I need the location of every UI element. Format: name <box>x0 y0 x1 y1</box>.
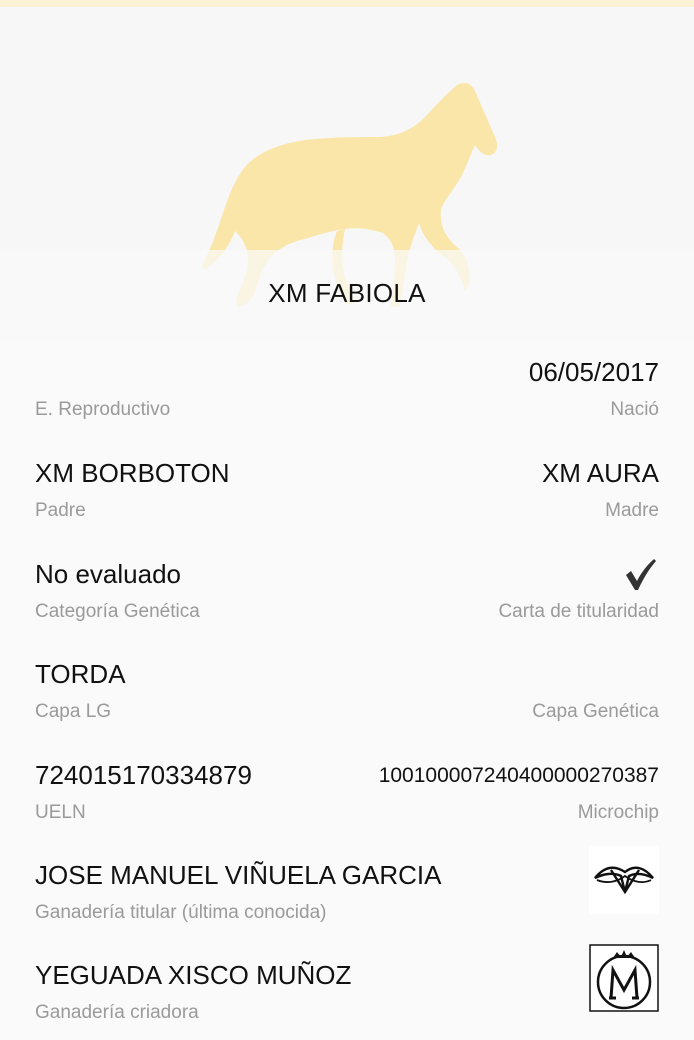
genetic-category-label: Categoría Genética <box>35 601 200 622</box>
row-ganaderia-criadora: YEGUADA XISCO MUÑOZ Ganadería criadora <box>35 944 659 1040</box>
horse-name: XM FABIOLA <box>268 278 426 308</box>
breeder-brand-logo[interactable] <box>589 846 659 914</box>
top-accent-strip <box>0 0 694 7</box>
birth-date-label: Nació <box>610 399 659 420</box>
sire-label: Padre <box>35 500 86 521</box>
ueln-value: 724015170334879 <box>35 760 252 790</box>
row-ueln-microchip: 724015170334879 UELN 1001000072404000002… <box>35 760 659 840</box>
row-ganaderia-titular: JOSE MANUEL VIÑUELA GARCIA Ganadería tit… <box>35 846 659 940</box>
dam-value[interactable]: XM AURA <box>542 458 659 489</box>
microchip-label: Microchip <box>577 802 659 823</box>
breeder-stud-value[interactable]: YEGUADA XISCO MUÑOZ <box>35 960 351 991</box>
sire-value[interactable]: XM BORBOTON <box>35 458 230 489</box>
crowned-m-logo[interactable] <box>589 944 659 1012</box>
genetic-category-value: No evaluado <box>35 559 181 589</box>
row-capa: TORDA Capa LG Capa Genética <box>35 659 659 739</box>
breeder-stud-label: Ganadería criadora <box>35 1002 199 1023</box>
owner-stud-label: Ganadería titular (última conocida) <box>35 902 327 923</box>
owner-stud-value[interactable]: JOSE MANUEL VIÑUELA GARCIA <box>35 860 441 891</box>
row-reproductivo-nacio: E. Reproductivo 06/05/2017 Nació <box>35 357 659 437</box>
coat-lg-value: TORDA <box>35 659 126 689</box>
row-padre-madre: XM BORBOTON Padre XM AURA Madre <box>35 458 659 538</box>
reproductive-status-label: E. Reproductivo <box>35 399 171 420</box>
genetic-coat-label: Capa Genética <box>532 701 659 722</box>
coat-lg-label: Capa LG <box>35 701 112 722</box>
checkmark-icon <box>626 559 656 590</box>
ownership-card-label: Carta de titularidad <box>498 601 659 622</box>
dam-label: Madre <box>605 500 659 521</box>
ueln-label: UELN <box>35 802 86 823</box>
microchip-value: 100100007240400000270387 <box>378 764 659 787</box>
row-categoria-carta: No evaluado Categoría Genética Carta de … <box>35 559 659 639</box>
birth-date-value: 06/05/2017 <box>528 357 659 387</box>
